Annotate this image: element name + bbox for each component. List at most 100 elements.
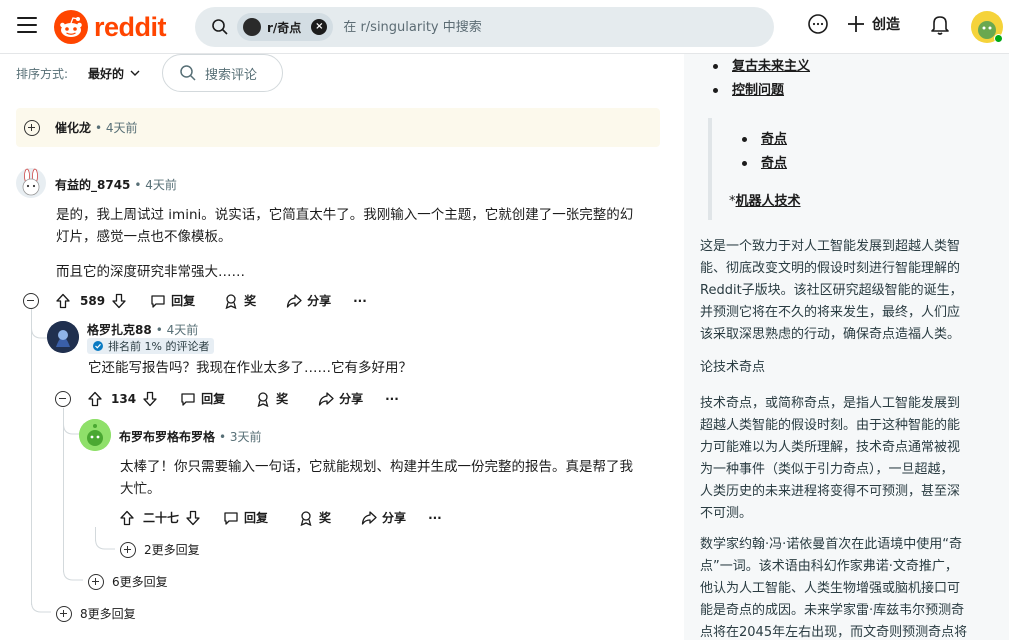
comment-actions: 134 回复 奖 分享 ··· xyxy=(87,390,399,407)
sort-label: 排序方式: xyxy=(16,66,69,81)
comment-username[interactable]: 催化龙 xyxy=(55,119,91,136)
subreddit-chip[interactable]: r/奇点 × xyxy=(237,13,334,41)
expand-icon xyxy=(56,605,72,622)
more-replies-link[interactable]: 2更多回复 xyxy=(120,541,200,558)
award-label: 奖 xyxy=(244,294,257,308)
bunny-avatar-icon xyxy=(22,168,40,196)
subreddit-avatar xyxy=(243,18,261,36)
reply-button[interactable]: 回复 xyxy=(223,509,268,526)
share-button[interactable]: 分享 xyxy=(286,292,331,309)
comment-avatar[interactable] xyxy=(47,321,79,353)
reply-icon xyxy=(151,294,165,308)
downvote-icon[interactable] xyxy=(142,391,158,407)
award-label: 奖 xyxy=(276,392,289,406)
comment-header: 有益的_8745 • 4天前 xyxy=(55,176,177,193)
expand-icon[interactable] xyxy=(24,119,40,136)
search-icon xyxy=(180,65,196,81)
menu-icon[interactable] xyxy=(17,17,37,35)
vote-count: 589 xyxy=(80,293,106,308)
blockquote-bar xyxy=(708,118,712,220)
sidebar-link[interactable]: 控制问题 xyxy=(712,81,810,101)
sort-value: 最好的 xyxy=(88,66,125,81)
upvote-icon[interactable] xyxy=(87,391,103,407)
sidebar-text-line: 点将在2045年左右出现，而文奇则预测奇点将 xyxy=(700,625,968,640)
downvote-icon[interactable] xyxy=(111,293,127,309)
sidebar-text-line: 人类历史的未来进程将变得不可预测，甚至深 xyxy=(700,484,961,499)
award-button[interactable]: 奖 xyxy=(298,509,331,526)
comment-time: • 4天前 xyxy=(155,323,199,337)
top-commenter-badge: 排名前 1% 的评论者 xyxy=(87,338,215,354)
sidebar-paragraph: 技术奇点，或简称奇点，是指人工智能发展到 超越人类智能的假设时刻。由于这种智能的… xyxy=(700,393,1000,525)
reply-icon xyxy=(224,511,238,525)
comment-text-line: 是的，我上周试过 imini。说实话，它简直太牛了。我刚输入一个主题，它就创建了… xyxy=(56,207,634,223)
comment-avatar[interactable] xyxy=(16,168,46,198)
close-icon[interactable]: × xyxy=(311,19,328,35)
reddit-wordmark: reddit xyxy=(94,11,167,42)
award-button[interactable]: 奖 xyxy=(223,292,256,309)
sidebar-link[interactable]: 机器人技术 xyxy=(736,194,801,209)
reply-label: 回复 xyxy=(201,392,226,406)
reply-button[interactable]: 回复 xyxy=(150,292,195,309)
more-options-icon[interactable]: ··· xyxy=(353,294,367,308)
reply-icon xyxy=(181,392,195,406)
expand-icon xyxy=(120,541,136,558)
search-bar[interactable]: r/奇点 × xyxy=(195,7,774,47)
upvote-icon[interactable] xyxy=(55,293,71,309)
comment-search-button[interactable]: 搜索评论 xyxy=(162,54,283,92)
share-button[interactable]: 分享 xyxy=(318,390,363,407)
sidebar-text-line: 并预测它将在不久的将来发生，最终，人们应 xyxy=(700,305,961,320)
share-button[interactable]: 分享 xyxy=(361,509,406,526)
sidebar-link[interactable]: 复古未来主义 xyxy=(712,57,810,77)
expand-icon xyxy=(88,573,104,590)
thread-connector xyxy=(31,598,51,613)
sidebar-text-line: 能是奇点的成因。未来学家雷·库兹韦尔预测奇 xyxy=(700,603,965,618)
more-replies-label: 8更多回复 xyxy=(80,607,136,621)
sidebar-paragraph: 数学家约翰·冯·诺依曼首次在此语境中使用“奇 点”一词。该术语由科幻作家弗诺·文… xyxy=(700,534,1000,640)
robot-avatar-icon xyxy=(47,321,79,353)
bell-icon[interactable] xyxy=(928,12,952,36)
award-icon xyxy=(257,391,269,407)
badge-icon xyxy=(93,341,103,351)
sidebar-text-line: 能、彻底改变文明的假设时刻进行智能理解的 xyxy=(700,261,961,276)
comment-text-line: 太棒了！你只需要输入一句话，它就能规划、构建并生成一份完整的报告。真是帮了我 xyxy=(120,459,633,475)
upvote-icon[interactable] xyxy=(119,510,135,526)
search-input[interactable] xyxy=(343,19,644,35)
sidebar-text-line: 技术奇点，或简称奇点，是指人工智能发展到 xyxy=(700,396,961,411)
downvote-icon[interactable] xyxy=(185,510,201,526)
comment-username[interactable]: 格罗扎克88 xyxy=(87,321,152,338)
thread-line[interactable] xyxy=(31,309,32,605)
sort-dropdown[interactable]: 最好的 xyxy=(88,65,140,82)
reply-button[interactable]: 回复 xyxy=(180,390,225,407)
plus-icon xyxy=(848,16,864,32)
more-replies-link[interactable]: 6更多回复 xyxy=(88,573,168,590)
comment-username[interactable]: 有益的_8745 xyxy=(55,176,130,193)
share-label: 分享 xyxy=(339,392,364,406)
collapse-icon[interactable] xyxy=(23,293,39,309)
chevron-down-icon xyxy=(130,70,140,76)
create-button[interactable]: 创造 xyxy=(846,14,900,34)
reply-label: 回复 xyxy=(171,294,196,308)
more-options-icon[interactable]: ··· xyxy=(428,511,442,525)
comment-username[interactable]: 布罗布罗格布罗格 xyxy=(119,428,215,445)
more-options-icon[interactable]: ··· xyxy=(385,392,399,406)
sidebar-link[interactable]: 奇点 xyxy=(741,130,787,150)
create-label: 创造 xyxy=(872,17,900,33)
chat-icon[interactable] xyxy=(806,12,830,36)
share-icon xyxy=(318,391,334,406)
reddit-logo[interactable]: reddit xyxy=(54,10,167,44)
collapsed-comment[interactable]: 催化龙 • 4天前 xyxy=(16,108,660,147)
comment-body: 是的，我上周试过 imini。说实话，它简直太牛了。我刚输入一个主题，它就创建了… xyxy=(56,204,656,283)
comment-text-line: 大忙。 xyxy=(120,481,161,497)
more-replies-link[interactable]: 8更多回复 xyxy=(56,605,136,622)
sidebar-text-line: 点”一词。该术语由科幻作家弗诺·文奇推广， xyxy=(700,559,958,574)
sidebar-link[interactable]: 奇点 xyxy=(741,154,787,174)
sort-bar: 排序方式: 最好的 xyxy=(16,55,140,91)
share-label: 分享 xyxy=(307,294,332,308)
sidebar-text-line: 他认为人工智能、人类生物增强或脑机接口可 xyxy=(700,581,961,596)
comment-avatar[interactable] xyxy=(79,419,111,451)
award-button[interactable]: 奖 xyxy=(255,390,288,407)
collapse-icon[interactable] xyxy=(55,391,71,407)
share-icon xyxy=(286,293,302,308)
award-icon xyxy=(300,510,312,526)
more-replies-label: 6更多回复 xyxy=(112,575,168,589)
